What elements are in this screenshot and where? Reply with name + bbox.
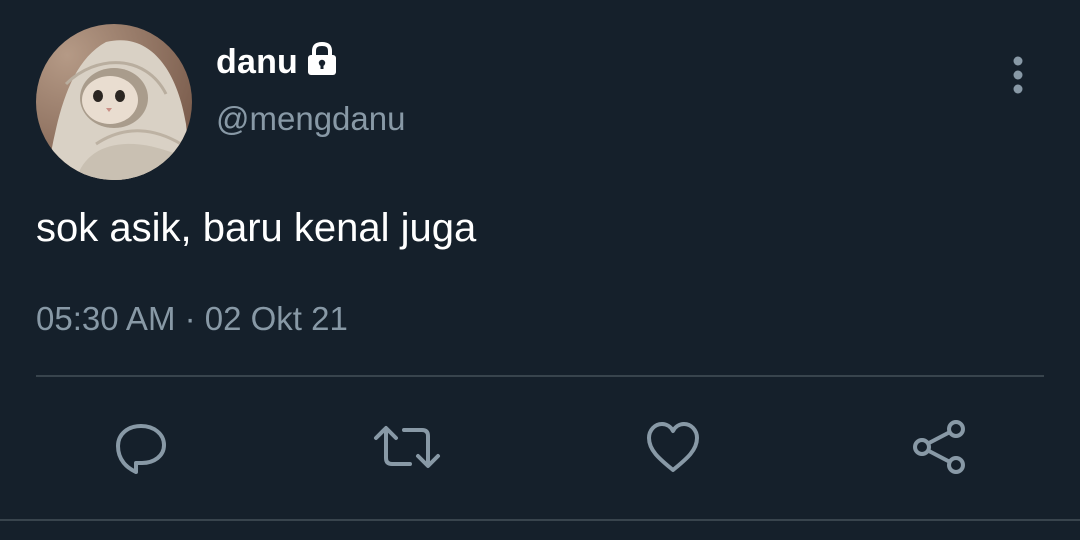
comment-icon xyxy=(116,424,166,474)
avatar[interactable] xyxy=(36,24,192,180)
lock-icon xyxy=(308,41,337,75)
more-vertical-icon xyxy=(1013,56,1023,94)
cat-avatar-icon xyxy=(36,24,192,180)
divider xyxy=(36,375,1044,377)
more-options-button[interactable] xyxy=(1000,52,1036,98)
share-icon xyxy=(913,420,965,474)
reply-button[interactable] xyxy=(106,414,176,480)
heart-icon xyxy=(647,422,699,472)
retweet-button[interactable] xyxy=(372,414,442,480)
like-button[interactable] xyxy=(638,414,708,480)
share-button[interactable] xyxy=(904,414,974,480)
bottom-divider xyxy=(0,519,1080,521)
tweet-timestamp[interactable]: 05:30 AM · 02 Okt 21 xyxy=(36,300,348,338)
display-name[interactable]: danu xyxy=(216,43,298,82)
tweet-text: sok asik, baru kenal juga xyxy=(36,206,477,250)
retweet-icon xyxy=(374,426,440,468)
user-handle[interactable]: @mengdanu xyxy=(216,100,405,138)
author-name-row[interactable]: danu xyxy=(216,40,340,84)
